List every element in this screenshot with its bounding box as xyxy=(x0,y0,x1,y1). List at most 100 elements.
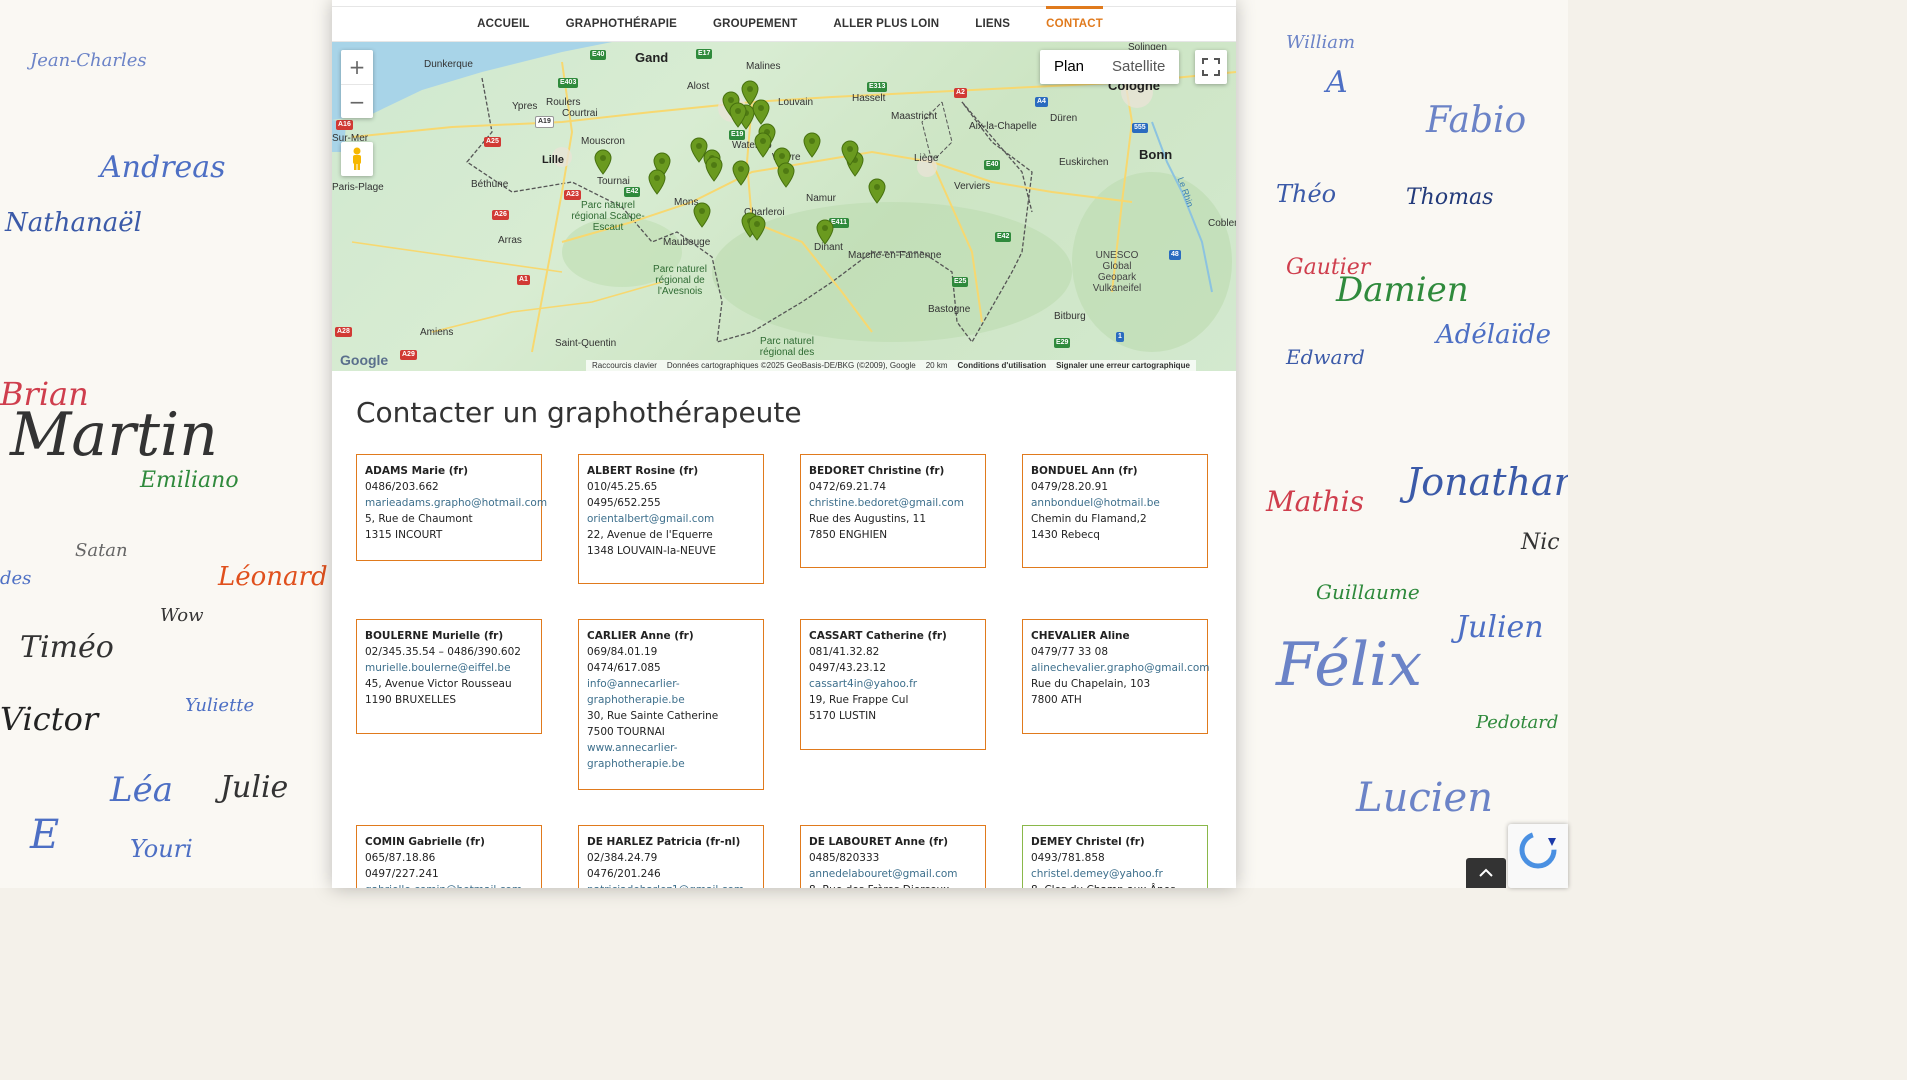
map-marker-pin[interactable] xyxy=(752,99,770,125)
contact-email-link[interactable]: murielle.boulerne@eiffel.be xyxy=(365,660,533,676)
map-marker-pin[interactable] xyxy=(777,162,795,188)
nav-item-contact[interactable]: CONTACT xyxy=(1028,6,1121,41)
handwriting-name: Julien xyxy=(1456,610,1544,645)
contact-email-link[interactable]: orientalbert@gmail.com xyxy=(587,511,755,527)
handwriting-name: Lucien xyxy=(1356,775,1493,821)
map-label-city: Amiens xyxy=(420,327,454,338)
nav-item-aller-plus-loin[interactable]: ALLER PLUS LOIN xyxy=(815,7,957,41)
contact-name: COMIN Gabrielle (fr) xyxy=(365,836,485,848)
road-shield: A23 xyxy=(564,190,581,200)
map-marker-pin[interactable] xyxy=(594,149,612,175)
zoom-out-button[interactable]: − xyxy=(341,85,373,119)
terms-link[interactable]: Conditions d'utilisation xyxy=(958,360,1047,371)
map-marker-pin[interactable] xyxy=(732,160,750,186)
handwriting-name: Damien xyxy=(1336,270,1469,310)
contact-name: DE HARLEZ Patricia (fr-nl) xyxy=(587,836,741,848)
contact-name: BOULERNE Murielle (fr) xyxy=(365,630,504,642)
road-shield: A16 xyxy=(336,120,353,130)
map-marker-pin[interactable] xyxy=(841,140,859,166)
map-label-park: Parc naturel régional de l'Avesnois xyxy=(653,264,707,297)
handwriting-background-left: Jean-Charles Andreas Nathanaël Brian Mar… xyxy=(0,0,332,888)
back-to-top-button[interactable] xyxy=(1466,858,1506,888)
road-shield: 48 xyxy=(1169,250,1181,260)
google-map[interactable]: Gand Dunkerque Ypres Roulers Courtrai Mo… xyxy=(332,42,1236,371)
keyboard-shortcuts-link[interactable]: Raccourcis clavier xyxy=(592,360,657,371)
map-marker-pin[interactable] xyxy=(693,202,711,228)
handwriting-name: Jean-Charles xyxy=(30,50,147,71)
contact-name: ADAMS Marie (fr) xyxy=(365,465,469,477)
contact-email-link[interactable]: alinechevalier.grapho@gmail.com xyxy=(1031,660,1210,676)
contact-address: 1315 INCOURT xyxy=(365,529,443,541)
contact-address: 1430 Rebecq xyxy=(1031,529,1100,541)
contact-phone: 0474/617.085 xyxy=(587,662,661,674)
google-logo: Google xyxy=(340,352,388,368)
contact-phone: 02/345.35.54 – 0486/390.602 xyxy=(365,646,521,658)
contact-name: CHEVALIER Aline xyxy=(1031,630,1130,642)
contact-card: BEDORET Christine (fr) 0472/69.21.74 chris… xyxy=(800,454,986,568)
nav-item-accueil[interactable]: ACCUEIL xyxy=(459,7,548,41)
street-view-pegman[interactable] xyxy=(341,142,373,176)
map-label-city: Courtrai xyxy=(562,108,598,119)
contact-email-link[interactable]: info@annecarlier-graphotherapie.be xyxy=(587,676,755,708)
contact-address: Rue des Augustins, 11 xyxy=(809,513,927,525)
map-marker-pin[interactable] xyxy=(705,156,723,182)
zoom-in-button[interactable]: + xyxy=(341,50,373,85)
nav-item-graphotherapie[interactable]: GRAPHOTHÉRAPIE xyxy=(548,7,695,41)
nav-item-groupement[interactable]: GROUPEMENT xyxy=(695,7,815,41)
map-marker-pin[interactable] xyxy=(729,102,747,128)
road-shield: E313 xyxy=(867,82,888,92)
contact-address: 1348 LOUVAIN-la-NEUVE xyxy=(587,545,717,557)
contact-email-link[interactable]: gabrielle.comin@hotmail.com xyxy=(365,882,533,888)
contact-website-link[interactable]: www.annecarlier-graphotherapie.be xyxy=(587,740,755,772)
map-label-city: Louvain xyxy=(778,97,814,108)
map-marker-pin[interactable] xyxy=(748,215,766,241)
map-type-plan[interactable]: Plan xyxy=(1040,50,1098,84)
handwriting-name: E xyxy=(30,812,60,858)
handwriting-name: Guillaume xyxy=(1316,580,1420,604)
contact-email-link[interactable]: marieadams.grapho@hotmail.com xyxy=(365,495,547,511)
contact-address: 8, Clos du Champ aux Ânes xyxy=(1031,882,1199,888)
map-label-city: Namur xyxy=(806,193,837,204)
contact-email-link[interactable]: christine.bedoret@gmail.com xyxy=(809,495,977,511)
contact-email-link[interactable]: patriciadeharlez1@gmail.com xyxy=(587,882,755,888)
handwriting-name: William xyxy=(1286,32,1356,53)
map-label-city: Tournai xyxy=(597,176,630,187)
contact-card: CHEVALIER Aline 0479/77 33 08 alinechevali… xyxy=(1022,619,1210,734)
handwriting-name: A xyxy=(1326,65,1348,100)
fullscreen-button[interactable] xyxy=(1195,50,1227,84)
map-marker-pin[interactable] xyxy=(754,132,772,158)
handwriting-name: Timéo xyxy=(20,630,114,665)
contact-email-link[interactable]: annedelabouret@gmail.com xyxy=(809,866,977,882)
handwriting-name: Victor xyxy=(0,700,99,738)
map-marker-pin[interactable] xyxy=(803,132,821,158)
map-marker-pin[interactable] xyxy=(816,219,834,245)
road-shield: A2 xyxy=(954,88,967,98)
map-label-city: Roulers xyxy=(546,97,581,108)
map-label-city: Euskirchen xyxy=(1059,157,1109,168)
map-label-city: Verviers xyxy=(954,181,991,192)
handwriting-name: Fabio xyxy=(1426,100,1527,141)
contact-address: Chemin du Flamand,2 xyxy=(1031,513,1147,525)
map-label-park: Parc naturel régional Scarpe-Escaut xyxy=(571,200,645,233)
main-container: ACCUEIL GRAPHOTHÉRAPIE GROUPEMENT ALLER … xyxy=(332,0,1236,888)
map-marker-pin[interactable] xyxy=(648,169,666,195)
contact-name: BEDORET Christine (fr) xyxy=(809,465,945,477)
map-label-city: Arras xyxy=(498,235,522,246)
contact-email-link[interactable]: cassart4in@yahoo.fr xyxy=(809,676,977,692)
map-marker-pin[interactable] xyxy=(868,178,886,204)
contact-name: DE LABOURET Anne (fr) xyxy=(809,836,949,848)
map-label-city: Hasselt xyxy=(852,93,886,104)
report-error-link[interactable]: Signaler une erreur cartographique xyxy=(1056,360,1190,371)
contact-email-link[interactable]: christel.demey@yahoo.fr xyxy=(1031,866,1199,882)
recaptcha-icon xyxy=(1519,831,1557,869)
map-label-city: Coblence xyxy=(1208,218,1236,229)
map-label-city: Paris-Plage xyxy=(332,182,384,193)
contact-email-link[interactable]: annbonduel@hotmail.be xyxy=(1031,495,1199,511)
contact-phone: 0472/69.21.74 xyxy=(809,481,887,493)
map-type-satellite[interactable]: Satellite xyxy=(1098,50,1179,84)
map-label-city: Maastricht xyxy=(891,111,938,122)
nav-item-liens[interactable]: LIENS xyxy=(957,7,1028,41)
google-logo-text: Google xyxy=(340,352,389,368)
contact-address: 7850 ENGHIEN xyxy=(809,529,888,541)
contact-address: 7800 ATH xyxy=(1031,694,1082,706)
